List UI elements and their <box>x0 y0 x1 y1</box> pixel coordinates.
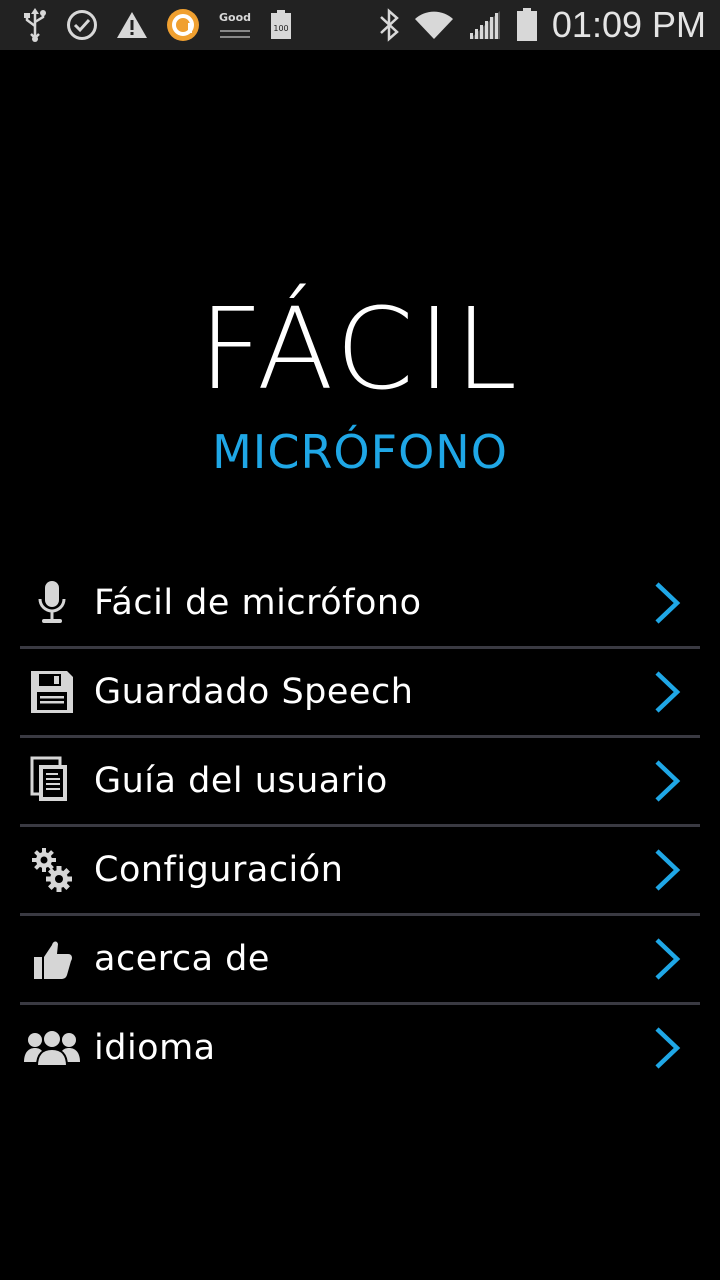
menu-item-configuracion[interactable]: Configuración <box>20 827 700 913</box>
menu-item-label: Fácil de micrófono <box>94 583 422 623</box>
menu-item-guia-del-usuario[interactable]: Guía del usuario <box>20 738 700 824</box>
system-icons: 01:09 PM <box>378 4 706 46</box>
battery-100-icon: 100 <box>270 10 292 40</box>
menu-item-facil-de-microfono[interactable]: Fácil de micrófono <box>20 560 700 646</box>
good-widget-icon: Good <box>218 12 252 38</box>
people-icon <box>22 1018 82 1078</box>
app-screen: Good 100 01:09 PM FÁCIL MICRÓFONO Fácil … <box>0 0 720 1280</box>
chevron-right-icon <box>655 582 681 624</box>
menu-item-label: Guía del usuario <box>94 761 388 801</box>
warning-icon <box>116 10 148 40</box>
usb-icon <box>22 8 48 42</box>
app-title: FÁCIL <box>198 285 522 415</box>
battery-percent-label: 100 <box>273 23 289 33</box>
chevron-right-icon <box>655 938 681 980</box>
microphone-icon <box>22 573 82 633</box>
gears-icon <box>22 840 82 900</box>
clock: 01:09 PM <box>551 4 706 45</box>
chevron-right-icon <box>655 1027 681 1069</box>
menu-item-label: acerca de <box>94 939 270 979</box>
menu-item-acerca-de[interactable]: acerca de <box>20 916 700 1002</box>
documents-icon <box>22 751 82 811</box>
status-bar: Good 100 01:09 PM <box>0 0 720 50</box>
signal-icon <box>468 9 502 41</box>
wifi-icon <box>414 9 454 41</box>
check-circle-icon <box>66 9 98 41</box>
app-subtitle: MICRÓFONO <box>212 425 508 479</box>
chevron-right-icon <box>655 849 681 891</box>
good-label: Good <box>218 11 252 24</box>
menu-item-guardado-speech[interactable]: Guardado Speech <box>20 649 700 735</box>
bluetooth-icon <box>378 8 400 42</box>
menu-item-idioma[interactable]: idioma <box>20 1005 700 1091</box>
chevron-right-icon <box>655 760 681 802</box>
menu-item-label: Configuración <box>94 850 344 890</box>
menu-item-label: idioma <box>94 1028 216 1068</box>
floppy-disk-icon <box>22 662 82 722</box>
menu-item-label: Guardado Speech <box>94 672 414 712</box>
battery-icon <box>516 8 538 42</box>
main-menu: Fácil de micrófono Guardado Speech Guía … <box>20 560 700 1091</box>
chevron-right-icon <box>655 671 681 713</box>
thumbs-up-icon <box>22 929 82 989</box>
notification-icons: Good 100 <box>22 8 310 42</box>
app-notification-icon <box>166 8 200 42</box>
